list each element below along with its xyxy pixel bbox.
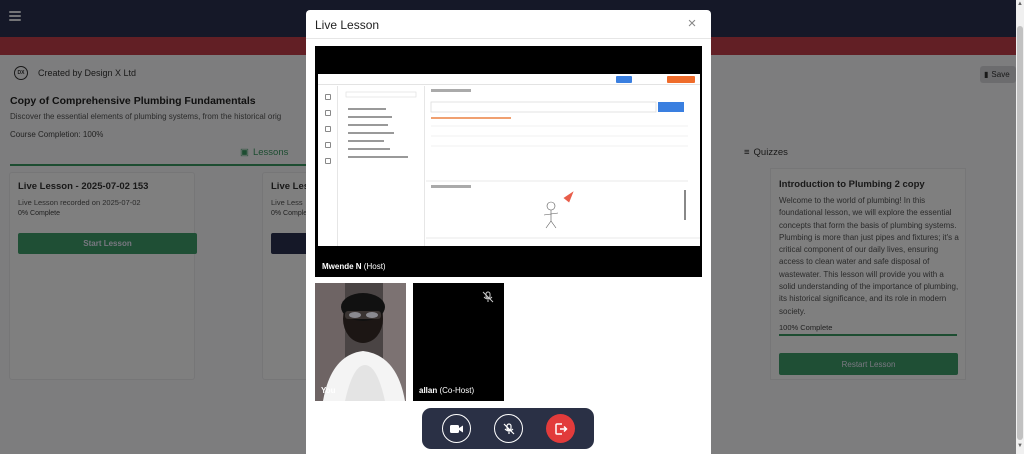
shared-screen-sidebar	[318, 86, 338, 246]
host-name: Mwende N	[322, 262, 362, 271]
participant-name: You	[321, 386, 336, 395]
shared-screen-main	[426, 86, 700, 246]
participant-role: (Co-Host)	[439, 386, 475, 395]
participant-tile-allan: allan (Co-Host)	[413, 283, 504, 401]
microphone-muted-icon	[503, 422, 514, 434]
microphone-muted-icon	[482, 291, 494, 303]
participant-video	[315, 283, 406, 401]
participant-tile-you: You	[315, 283, 406, 401]
camera-toggle-button[interactable]	[442, 414, 471, 443]
scroll-up-icon[interactable]: ▲	[1017, 1, 1023, 7]
shared-screen-tree	[338, 86, 425, 246]
modal-header: Live Lesson ×	[306, 10, 711, 39]
shared-screen-content	[426, 89, 700, 239]
close-icon[interactable]: ×	[684, 16, 700, 32]
scroll-down-icon[interactable]: ▼	[1017, 443, 1023, 449]
shared-screen-toolbar	[318, 74, 700, 85]
modal-title: Live Lesson	[315, 18, 380, 32]
host-name-label: Mwende N (Host)	[322, 262, 386, 271]
shared-screen-button	[667, 76, 695, 83]
microphone-toggle-button[interactable]	[494, 414, 523, 443]
host-role: (Host)	[363, 262, 386, 271]
participant-name-label: allan (Co-Host)	[419, 386, 474, 395]
shared-screen-tree-lines	[345, 91, 417, 158]
call-controls	[422, 408, 594, 449]
shared-screen-button	[616, 76, 632, 83]
participant-name: allan	[419, 386, 438, 395]
leave-call-icon	[554, 422, 568, 435]
scrollbar-thumb[interactable]	[1017, 26, 1023, 440]
participant-name-label: You	[321, 386, 336, 395]
video-camera-icon	[449, 424, 463, 433]
leave-call-button[interactable]	[546, 414, 575, 443]
shared-screen	[318, 74, 700, 246]
live-lesson-modal: Live Lesson × Mwende N (Host) You allan …	[306, 10, 711, 454]
host-video-tile: Mwende N (Host)	[315, 46, 702, 277]
